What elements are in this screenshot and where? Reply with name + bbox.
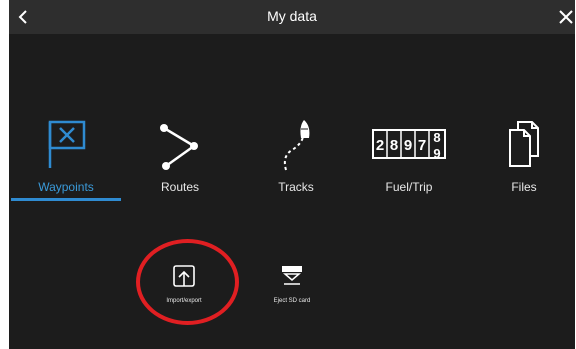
- eject-sd-card-button[interactable]: Eject SD card: [247, 262, 337, 322]
- tile-label-fuel-trip: Fuel/Trip: [385, 180, 433, 194]
- tile-label-waypoints: Waypoints: [38, 180, 94, 194]
- tile-label-tracks: Tracks: [278, 180, 314, 194]
- counter-digit: 8: [433, 130, 440, 145]
- eject-sd-card-label: Eject SD card: [273, 298, 311, 304]
- counter-digit: 2: [376, 137, 384, 154]
- tile-label-files: Files: [511, 180, 537, 194]
- my-data-screen: My data Waypoints Routes Tracks 2 8 9 7 …: [9, 0, 575, 349]
- tile-fuel-trip[interactable]: 2 8 9 7 8 9 Fuel/Trip: [359, 116, 459, 206]
- waypoint-flag-icon: [48, 120, 86, 168]
- counter-digit: 9: [433, 146, 440, 161]
- track-icon: [283, 120, 310, 171]
- page-title: My data: [267, 8, 317, 24]
- tile-routes[interactable]: Routes: [130, 116, 230, 206]
- close-icon: [559, 10, 573, 24]
- highlight-circle: [136, 239, 239, 325]
- tile-files[interactable]: Files: [474, 116, 574, 206]
- close-button[interactable]: [557, 8, 575, 26]
- active-tab-indicator: [11, 198, 121, 201]
- counter-digit: 7: [418, 137, 426, 154]
- counter-digit: 8: [390, 137, 398, 154]
- fuel-trip-counter-icon: 2 8 9 7 8 9: [372, 129, 446, 161]
- tile-label-routes: Routes: [160, 180, 200, 194]
- files-icon: [509, 121, 539, 167]
- tile-waypoints[interactable]: Waypoints: [16, 116, 116, 206]
- title-bar: My data: [9, 0, 575, 34]
- counter-digit: 9: [404, 137, 412, 154]
- eject-sd-card-icon: [282, 266, 302, 285]
- tile-tracks[interactable]: Tracks: [246, 116, 346, 206]
- route-icon: [160, 124, 198, 170]
